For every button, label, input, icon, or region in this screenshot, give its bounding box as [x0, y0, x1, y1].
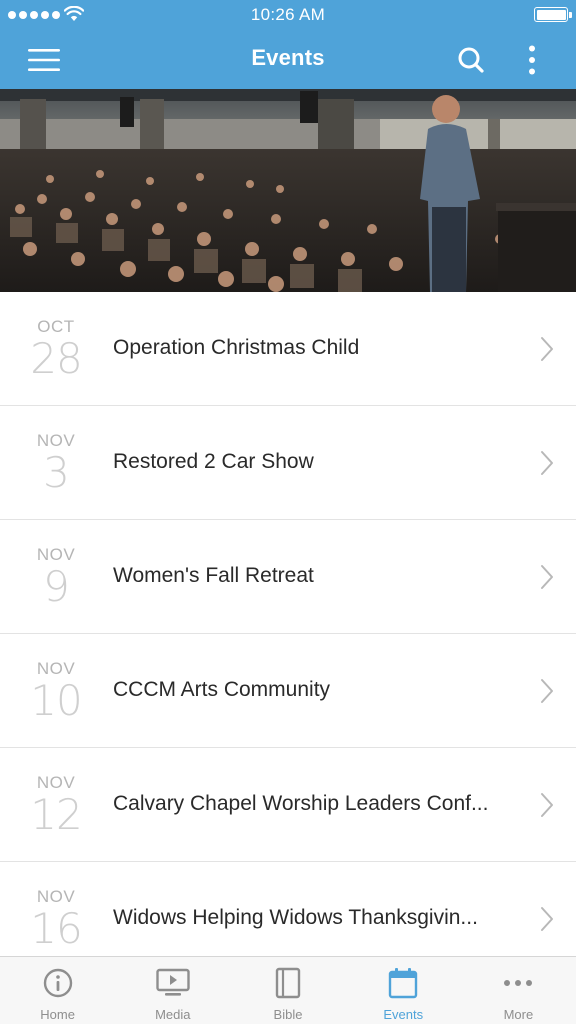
event-title: Women's Fall Retreat [113, 564, 314, 587]
event-day: 9 [43, 562, 70, 611]
battery-icon [534, 7, 572, 22]
tab-bar: Home Media Bible Events More [0, 956, 576, 1024]
event-title: CCCM Arts Community [113, 678, 331, 701]
more-options-button[interactable] [512, 40, 552, 80]
event-row[interactable]: NOV 10 CCCM Arts Community [0, 634, 576, 748]
hero-photo-illustration [0, 89, 576, 292]
chevron-right-icon [541, 451, 553, 475]
tab-media[interactable]: Media [115, 957, 230, 1024]
event-title: Operation Christmas Child [113, 336, 360, 359]
event-row[interactable]: NOV 3 Restored 2 Car Show [0, 406, 576, 520]
chevron-right-icon [541, 337, 553, 361]
event-row[interactable]: NOV 9 Women's Fall Retreat [0, 520, 576, 634]
event-day: 12 [30, 790, 82, 839]
tab-home[interactable]: Home [0, 957, 115, 1024]
tab-events[interactable]: Events [346, 957, 461, 1024]
event-day: 28 [30, 334, 82, 383]
event-row[interactable]: NOV 12 Calvary Chapel Worship Leaders Conf… [0, 748, 576, 862]
search-icon [458, 47, 484, 73]
hero-image [0, 89, 576, 292]
chevron-right-icon [541, 907, 553, 931]
tab-label: Home [40, 1007, 75, 1022]
event-row[interactable]: OCT 28 Operation Christmas Child [0, 292, 576, 406]
event-date: NOV 16 [0, 862, 112, 956]
event-row[interactable]: NOV 16 Widows Helping Widows Thanksgivin..… [0, 862, 576, 956]
play-screen-icon [156, 967, 190, 999]
tab-label: Bible [273, 1007, 303, 1022]
event-title: Restored 2 Car Show [113, 450, 314, 473]
nav-bar: Events [0, 30, 576, 89]
event-date: NOV 12 [0, 748, 112, 862]
event-title: Calvary Chapel Worship Leaders Conf... [113, 792, 489, 815]
book-icon [271, 967, 305, 999]
search-button[interactable] [451, 40, 491, 80]
event-date: OCT 28 [0, 292, 112, 406]
event-day: 10 [30, 676, 82, 725]
tab-label: Media [155, 1007, 191, 1022]
event-day: 16 [30, 904, 82, 953]
events-list: OCT 28 Operation Christmas Child NOV 3 Restor… [0, 292, 576, 956]
vertical-ellipsis-icon [529, 45, 535, 75]
event-date: NOV 3 [0, 406, 112, 520]
chevron-right-icon [541, 679, 553, 703]
event-date: NOV 10 [0, 634, 112, 748]
tab-label: Events [383, 1007, 424, 1022]
chevron-right-icon [541, 565, 553, 589]
status-time: 10:26 AM [250, 5, 326, 24]
info-circle-icon [41, 967, 75, 999]
tab-more[interactable]: More [461, 957, 576, 1024]
tab-label: More [503, 1007, 534, 1022]
event-date: NOV 9 [0, 520, 112, 634]
horizontal-ellipsis-icon [501, 967, 535, 999]
top-bar: 10:26 AM Events [0, 0, 576, 89]
event-title: Widows Helping Widows Thanksgivin... [113, 906, 478, 929]
chevron-right-icon [541, 793, 553, 817]
status-bar: 10:26 AM [0, 0, 576, 30]
event-day: 3 [43, 448, 70, 497]
calendar-icon [386, 967, 420, 999]
tab-bible[interactable]: Bible [230, 957, 345, 1024]
